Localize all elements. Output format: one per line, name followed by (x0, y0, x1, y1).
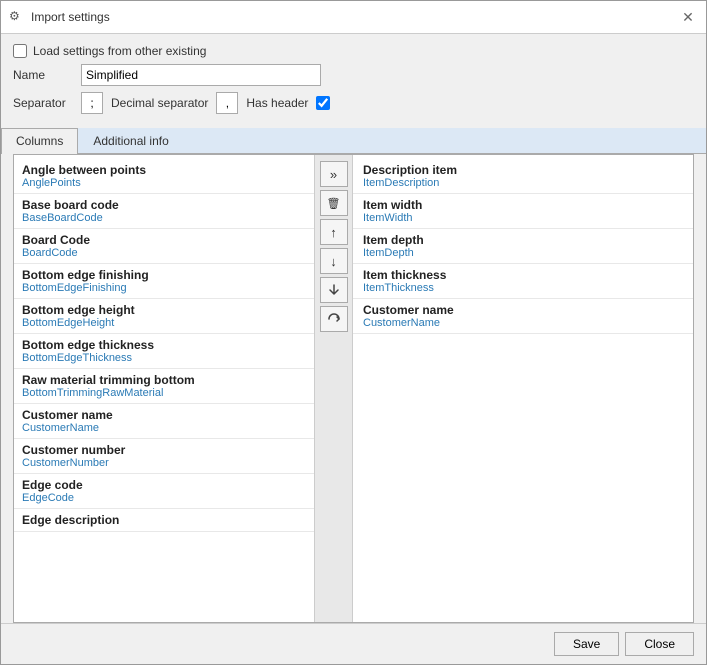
tabs-bar: Columns Additional info (1, 128, 706, 154)
decimal-label: Decimal separator (111, 96, 208, 110)
left-panel: Angle between points AnglePoints Base bo… (14, 155, 315, 622)
title-bar-left: ⚙ Import settings (9, 9, 110, 25)
list-item[interactable]: Bottom edge finishing BottomEdgeFinishin… (14, 264, 314, 299)
list-item[interactable]: Customer name CustomerName (14, 404, 314, 439)
list-item[interactable]: Raw material trimming bottom BottomTrimm… (14, 369, 314, 404)
list-item[interactable]: Angle between points AnglePoints (14, 159, 314, 194)
list-item[interactable]: Base board code BaseBoardCode (14, 194, 314, 229)
close-window-button[interactable]: ✕ (678, 7, 698, 27)
rotate-button[interactable] (320, 306, 348, 332)
footer: Save Close (1, 623, 706, 664)
list-item[interactable]: Edge code EdgeCode (14, 474, 314, 509)
move-down-button[interactable]: ↓ (320, 248, 348, 274)
move-all-right-button[interactable]: » (320, 161, 348, 187)
window-title: Import settings (31, 10, 110, 24)
save-button[interactable]: Save (554, 632, 619, 656)
import-settings-window: ⚙ Import settings ✕ Load settings from o… (0, 0, 707, 665)
delete-button[interactable]: 🗑 (320, 190, 348, 216)
load-settings-checkbox[interactable] (13, 44, 27, 58)
tab-columns[interactable]: Columns (1, 128, 78, 154)
separator-input[interactable] (81, 92, 103, 114)
separator-label: Separator (13, 96, 73, 110)
name-row: Name (13, 64, 694, 86)
list-item[interactable]: Customer number CustomerNumber (14, 439, 314, 474)
list-item[interactable]: Bottom edge height BottomEdgeHeight (14, 299, 314, 334)
tab-additional-info[interactable]: Additional info (78, 128, 183, 153)
load-settings-row: Load settings from other existing (13, 44, 694, 58)
load-settings-label: Load settings from other existing (33, 44, 206, 58)
name-label: Name (13, 68, 73, 82)
left-list[interactable]: Angle between points AnglePoints Base bo… (14, 155, 314, 622)
move-bottom-button[interactable] (320, 277, 348, 303)
main-area: Angle between points AnglePoints Base bo… (13, 154, 694, 623)
right-item[interactable]: Item width ItemWidth (353, 194, 693, 229)
decimal-input[interactable] (216, 92, 238, 114)
right-item[interactable]: Description item ItemDescription (353, 159, 693, 194)
window-icon: ⚙ (9, 9, 25, 25)
list-item[interactable]: Board Code BoardCode (14, 229, 314, 264)
name-input[interactable] (81, 64, 321, 86)
right-item[interactable]: Item depth ItemDepth (353, 229, 693, 264)
has-header-checkbox[interactable] (316, 96, 330, 110)
list-item[interactable]: Edge description (14, 509, 314, 532)
move-up-button[interactable]: ↑ (320, 219, 348, 245)
right-item[interactable]: Customer name CustomerName (353, 299, 693, 334)
right-panel: Description item ItemDescription Item wi… (353, 155, 693, 622)
list-item[interactable]: Bottom edge thickness BottomEdgeThicknes… (14, 334, 314, 369)
right-item[interactable]: Item thickness ItemThickness (353, 264, 693, 299)
close-button[interactable]: Close (625, 632, 694, 656)
middle-panel: » 🗑 ↑ ↓ (315, 155, 353, 622)
title-bar: ⚙ Import settings ✕ (1, 1, 706, 34)
separator-row: Separator Decimal separator Has header (13, 92, 694, 114)
has-header-label: Has header (246, 96, 308, 110)
form-area: Load settings from other existing Name S… (1, 34, 706, 124)
